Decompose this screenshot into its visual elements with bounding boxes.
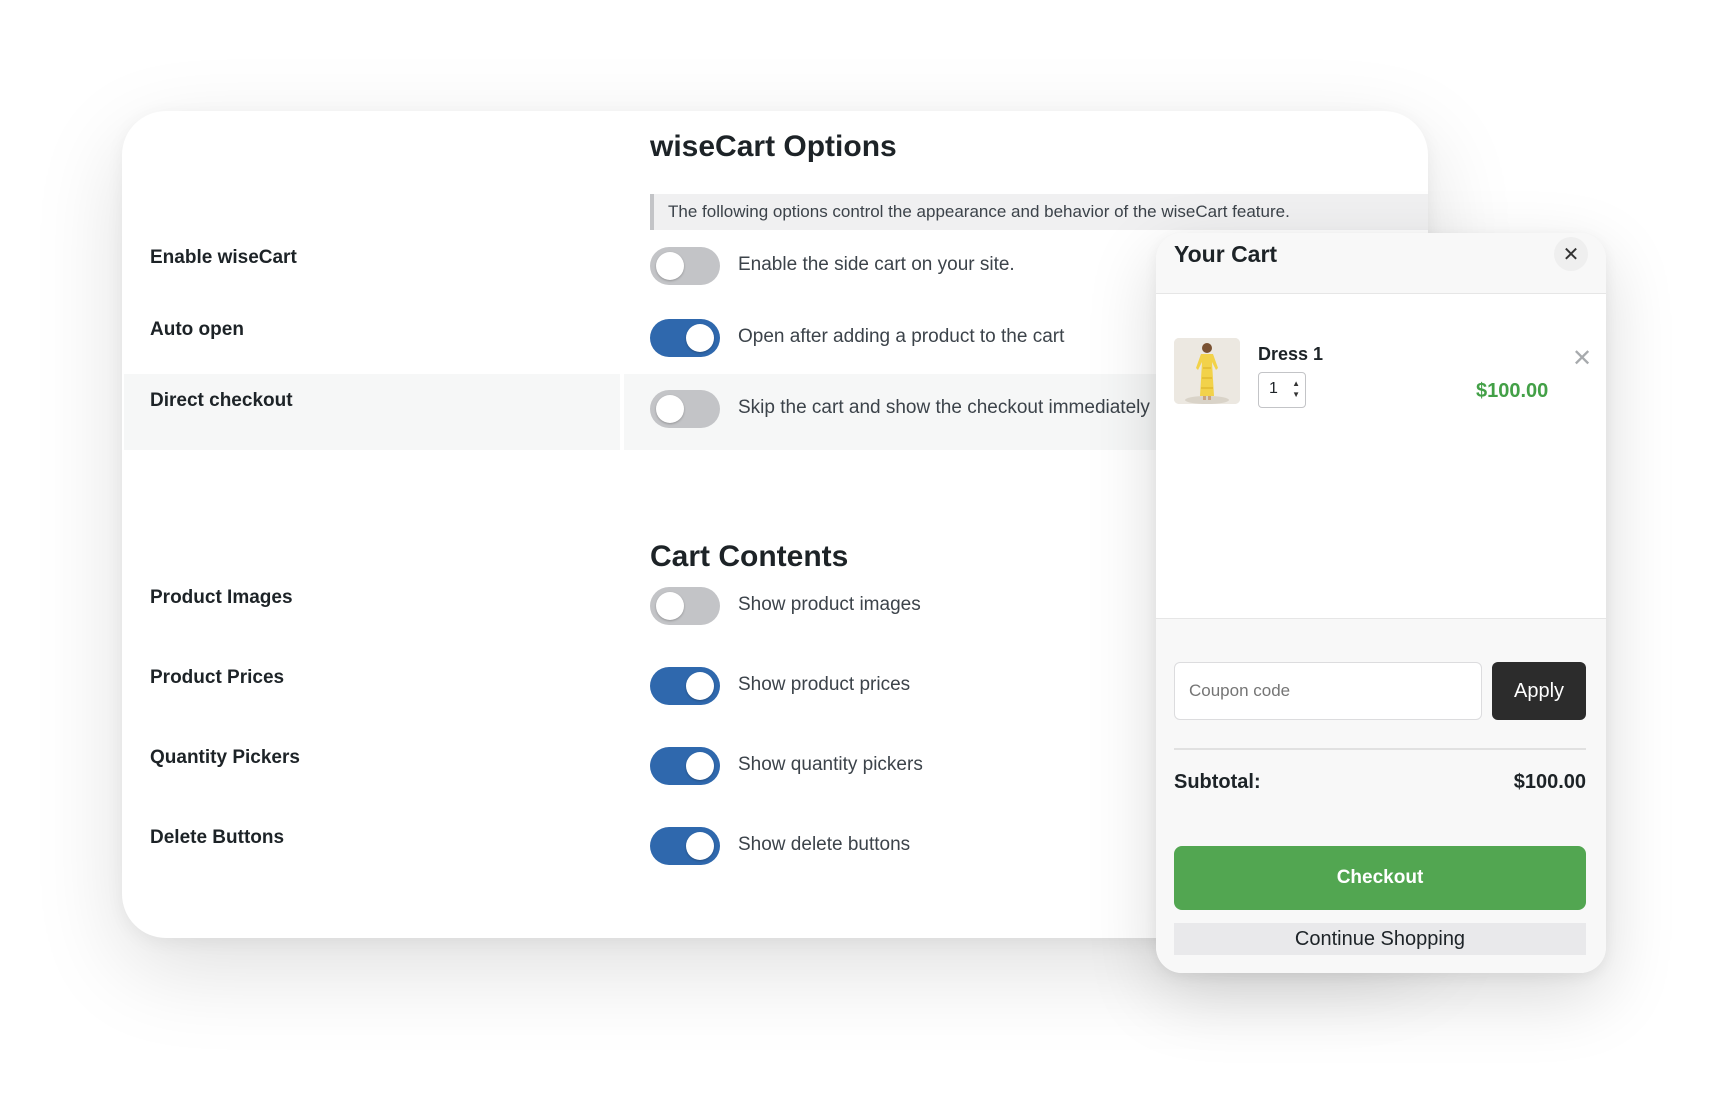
option-label: Enable wiseCart xyxy=(150,247,297,268)
option-label: Quantity Pickers xyxy=(150,747,300,768)
side-cart: Your Cart ✕ Dress 1 1 ▲▼ $100.00 ✕ Apply… xyxy=(1156,233,1606,973)
section-title-cart-contents: Cart Contents xyxy=(650,540,849,573)
toggle-knob xyxy=(686,324,714,352)
cart-header: Your Cart ✕ xyxy=(1156,233,1606,294)
option-description: Skip the cart and show the checkout imme… xyxy=(738,397,1150,418)
option-description: Show quantity pickers xyxy=(738,754,923,775)
option-description: Show delete buttons xyxy=(738,834,911,855)
option-label: Auto open xyxy=(150,319,244,340)
option-description: Enable the side cart on your site. xyxy=(738,254,1015,275)
auto-open-toggle[interactable] xyxy=(650,319,720,357)
item-price: $100.00 xyxy=(1476,380,1549,402)
enable-wisecart-toggle[interactable] xyxy=(650,247,720,285)
checkout-button[interactable]: Checkout xyxy=(1174,846,1586,910)
quantity-pickers-toggle[interactable] xyxy=(650,747,720,785)
toggle-knob xyxy=(686,752,714,780)
quantity-value: 1 xyxy=(1269,380,1278,397)
product-images-toggle[interactable] xyxy=(650,587,720,625)
option-label: Product Images xyxy=(150,587,293,608)
close-icon[interactable]: ✕ xyxy=(1554,237,1588,271)
toggle-knob xyxy=(686,832,714,860)
delete-buttons-toggle[interactable] xyxy=(650,827,720,865)
page-title: wiseCart Options xyxy=(650,130,897,163)
dress-image-icon xyxy=(1174,338,1240,404)
continue-shopping-button[interactable]: Continue Shopping xyxy=(1174,923,1586,955)
cart-item: Dress 1 1 ▲ ▼ $100.00 ✕ xyxy=(1174,338,1592,418)
divider xyxy=(1174,748,1586,750)
subtotal-label: Subtotal: xyxy=(1174,771,1261,793)
option-label: Product Prices xyxy=(150,667,285,688)
option-description: Show product prices xyxy=(738,674,911,695)
direct-checkout-toggle[interactable] xyxy=(650,390,720,428)
product-image[interactable] xyxy=(1174,338,1240,404)
subtotal-value: $100.00 xyxy=(1513,771,1586,793)
apply-coupon-button[interactable]: Apply xyxy=(1492,662,1586,720)
product-name[interactable]: Dress 1 xyxy=(1258,344,1323,365)
settings-description: The following options control the appear… xyxy=(650,194,1428,230)
option-description: Show product images xyxy=(738,594,921,615)
option-label: Direct checkout xyxy=(124,374,620,450)
coupon-input[interactable] xyxy=(1174,662,1482,720)
toggle-knob xyxy=(656,252,684,280)
cart-footer: Apply Subtotal: $100.00 Checkout Continu… xyxy=(1156,618,1606,973)
remove-item-icon[interactable]: ✕ xyxy=(1572,344,1592,373)
toggle-knob xyxy=(686,672,714,700)
quantity-stepper[interactable]: 1 ▲ ▼ xyxy=(1258,372,1306,408)
option-description: Open after adding a product to the cart xyxy=(738,326,1065,347)
cart-title: Your Cart xyxy=(1174,241,1278,267)
toggle-knob xyxy=(656,395,684,423)
toggle-knob xyxy=(656,592,684,620)
stepper-arrows-icon[interactable]: ▲ ▼ xyxy=(1292,378,1300,400)
product-prices-toggle[interactable] xyxy=(650,667,720,705)
option-label: Delete Buttons xyxy=(150,827,285,848)
